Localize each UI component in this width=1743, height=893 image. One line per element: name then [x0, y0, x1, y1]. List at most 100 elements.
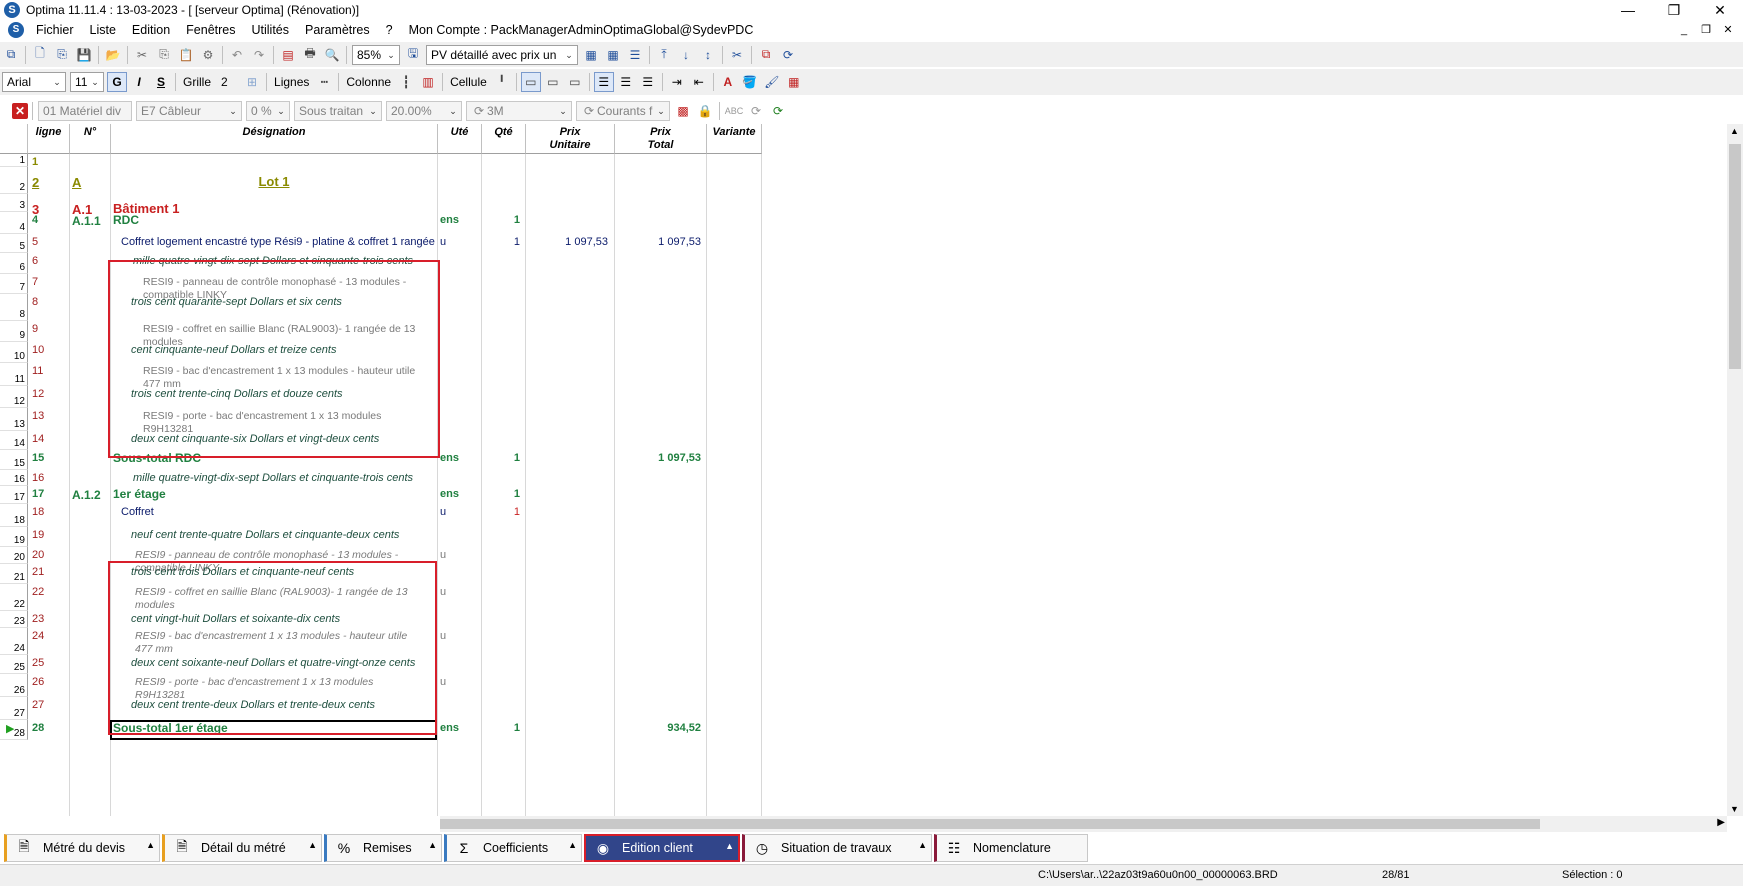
cell-ligne[interactable]: 13 — [32, 408, 68, 431]
cell-num[interactable] — [72, 527, 108, 547]
row-number[interactable]: 15 — [0, 450, 28, 470]
sync-grey-icon[interactable]: ⟳ — [746, 101, 766, 121]
cell-pt[interactable] — [617, 294, 705, 321]
row-number[interactable]: 9 — [0, 321, 28, 342]
row-number[interactable]: 7 — [0, 274, 28, 294]
row-number[interactable]: 27 — [0, 697, 28, 720]
row-number[interactable]: 25 — [0, 655, 28, 674]
cell-num[interactable]: A.1.1 — [72, 212, 108, 234]
list-icon[interactable]: ☰ — [625, 45, 645, 65]
cell-pu[interactable] — [528, 564, 612, 584]
border-mid-icon[interactable]: ▭ — [543, 72, 563, 92]
cell-num[interactable] — [72, 342, 108, 363]
tab-edition-client[interactable]: ◉ Edition client ▲ — [584, 834, 740, 862]
minimize-button[interactable]: — — [1605, 0, 1651, 20]
cell-ligne[interactable]: 20 — [32, 547, 68, 564]
lignes-label[interactable]: Lignes — [274, 75, 309, 89]
tab-coefficients[interactable]: Σ Coefficients ▲ — [444, 834, 582, 862]
cell-ute[interactable] — [440, 363, 480, 386]
devis-grid[interactable]: ligne N° Désignation Uté Qté Prix Unitai… — [0, 124, 1727, 816]
cell-qte[interactable] — [484, 363, 524, 386]
calc2-icon[interactable]: ▦ — [603, 45, 623, 65]
column-style-icon[interactable]: ┇ — [396, 72, 416, 92]
cell-pt[interactable] — [617, 674, 705, 697]
cell-ligne[interactable]: 19 — [32, 527, 68, 547]
cell-pu[interactable] — [528, 697, 612, 720]
mdi-close-button[interactable]: ✕ — [1717, 20, 1739, 40]
tva-select[interactable]: 20.00% ⌄ — [386, 101, 462, 121]
cell-pu[interactable] — [528, 408, 612, 431]
cell-pu[interactable] — [528, 194, 612, 212]
cell-num[interactable] — [72, 547, 108, 564]
cell-ute[interactable]: u — [440, 674, 480, 697]
horizontal-scrollbar[interactable]: ▶ — [440, 816, 1727, 832]
cell-num[interactable] — [72, 655, 108, 674]
cell-ligne[interactable]: 17 — [32, 486, 68, 504]
cell-ute[interactable] — [440, 655, 480, 674]
menu-utilites[interactable]: Utilités — [244, 23, 298, 37]
cell-designation[interactable]: 1er étage — [113, 486, 435, 504]
col-pu-header[interactable]: Prix Unitaire — [526, 124, 615, 154]
cell-ute[interactable]: ens — [440, 486, 480, 504]
align-left-icon[interactable]: ☰ — [593, 72, 614, 92]
new-icon[interactable]: 🗋 — [30, 45, 50, 65]
cell-num[interactable] — [72, 294, 108, 321]
cell-num[interactable] — [72, 253, 108, 274]
row-number[interactable]: 8 — [0, 294, 28, 321]
cell-num[interactable] — [72, 611, 108, 628]
pdf-icon[interactable]: ▤ — [278, 45, 298, 65]
row-number[interactable]: 4 — [0, 212, 28, 234]
mdi-restore-button[interactable]: ❐ — [1695, 20, 1717, 40]
close-button[interactable]: ✕ — [1697, 0, 1743, 20]
doc-icon[interactable]: S — [8, 22, 24, 38]
tools-icon[interactable]: ✂ — [727, 45, 747, 65]
cell-pt[interactable] — [617, 697, 705, 720]
cell-ligne[interactable]: 10 — [32, 342, 68, 363]
cell-style-icon[interactable]: ╹ — [492, 72, 512, 92]
sync-icon[interactable]: ⟳ — [778, 45, 798, 65]
cell-pu[interactable] — [528, 674, 612, 697]
cell-num[interactable] — [72, 408, 108, 431]
cell-qte[interactable] — [484, 470, 524, 486]
cell-qte[interactable] — [484, 431, 524, 450]
windows2-icon[interactable]: ⧉ — [756, 45, 776, 65]
cell-num[interactable] — [72, 697, 108, 720]
ouvrier-select[interactable]: E7 Câbleur ⌄ — [136, 101, 242, 121]
row-number[interactable]: 18 — [0, 504, 28, 527]
cell-pt[interactable]: 1 097,53 — [617, 234, 705, 253]
cell-pt[interactable]: 1 097,53 — [617, 450, 705, 470]
column-color-icon[interactable]: ▥ — [418, 72, 438, 92]
cell-designation[interactable]: RDC — [113, 212, 435, 234]
mdi-minimize-button[interactable]: _ — [1673, 20, 1695, 40]
cell-qte[interactable] — [484, 321, 524, 342]
cell-pt[interactable] — [617, 584, 705, 611]
cell-pu[interactable] — [528, 363, 612, 386]
cell-pt[interactable] — [617, 527, 705, 547]
cell-pt[interactable] — [617, 321, 705, 342]
cell-ligne[interactable]: 18 — [32, 504, 68, 527]
cell-ligne[interactable]: 21 — [32, 564, 68, 584]
cell-qte[interactable] — [484, 274, 524, 294]
abc-icon[interactable]: ABC — [724, 101, 744, 121]
cell-ute[interactable] — [440, 697, 480, 720]
cell-pu[interactable]: 1 097,53 — [528, 234, 612, 253]
cell-pu[interactable] — [528, 720, 612, 740]
col-variante-header[interactable]: Variante — [707, 124, 762, 154]
cell-ligne[interactable]: 14 — [32, 431, 68, 450]
cut-icon[interactable]: ✂ — [132, 45, 152, 65]
cell-pu[interactable] — [528, 584, 612, 611]
cell-pt[interactable] — [617, 628, 705, 655]
refresh-view-icon[interactable]: 🖫 — [403, 45, 423, 65]
cell-ute[interactable] — [440, 470, 480, 486]
cell-pu[interactable] — [528, 611, 612, 628]
zoom-select[interactable]: 85% ⌄ — [352, 44, 400, 65]
cell-ute[interactable] — [440, 431, 480, 450]
bold-button[interactable]: G — [107, 72, 127, 92]
cell-num[interactable]: A.1.2 — [72, 486, 108, 504]
cell-ligne[interactable]: 5 — [32, 234, 68, 253]
cell-ligne[interactable]: 15 — [32, 450, 68, 470]
cell-ute[interactable] — [440, 321, 480, 342]
cell-qte[interactable] — [484, 342, 524, 363]
cell-ute[interactable] — [440, 408, 480, 431]
cell-num[interactable]: A.1 — [72, 194, 108, 217]
